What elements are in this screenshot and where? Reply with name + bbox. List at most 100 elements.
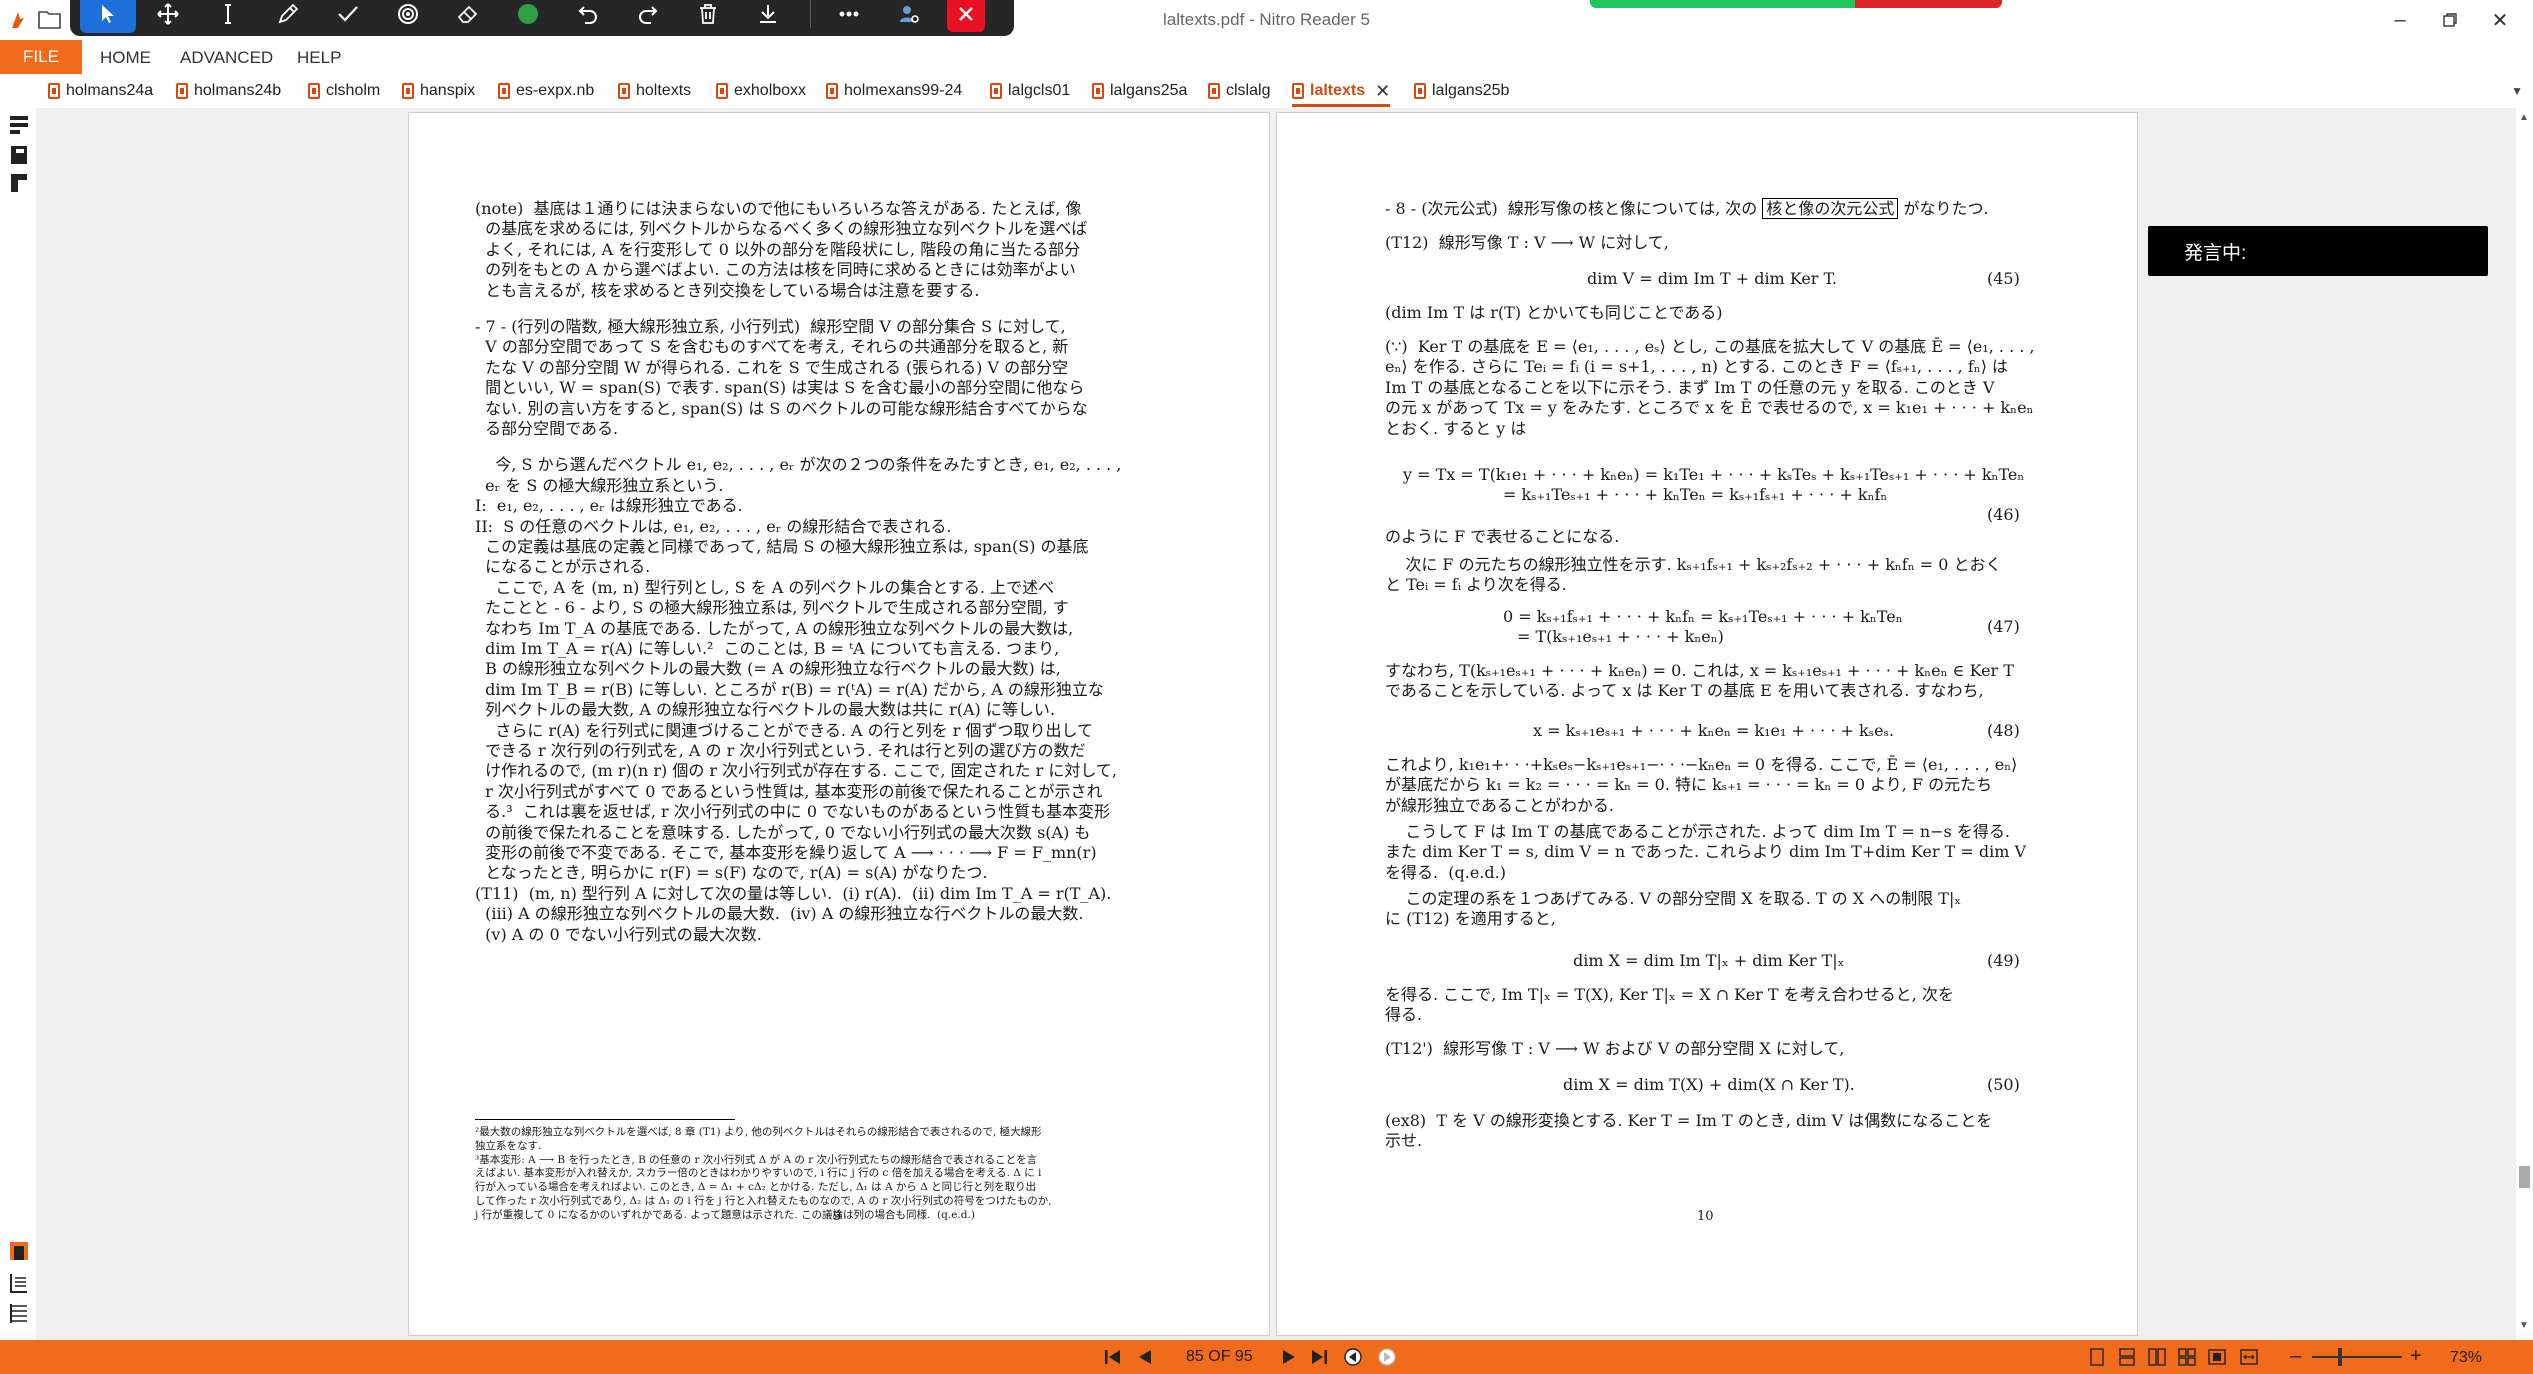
forward-view-button[interactable] <box>1376 1347 1398 1367</box>
tab-label: laltexts <box>1310 82 1366 99</box>
close-toolbar-button[interactable] <box>947 0 985 32</box>
list-panel-icon[interactable] <box>8 1302 30 1324</box>
vertical-scrollbar[interactable]: ▲ ▼ <box>2516 108 2533 1340</box>
check-tool-button[interactable] <box>320 0 376 33</box>
eraser-tool-button[interactable] <box>440 0 496 33</box>
record-tool-button[interactable] <box>380 0 436 33</box>
delete-button[interactable] <box>680 0 736 33</box>
scroll-up-icon[interactable]: ▲ <box>2519 112 2529 123</box>
bookmarks-panel-icon[interactable] <box>8 144 30 166</box>
pan-tool-button[interactable] <box>140 0 196 33</box>
previous-page-button[interactable] <box>1134 1347 1156 1367</box>
tab-laltexts[interactable]: laltexts ✕ <box>1292 78 1391 107</box>
redo-button[interactable] <box>620 0 676 33</box>
tab-list-chevron-icon[interactable]: ▼ <box>2511 84 2523 98</box>
zoom-in-button[interactable]: + <box>2410 1345 2422 1368</box>
menu-advanced[interactable]: ADVANCED <box>180 48 273 68</box>
zoom-slider-thumb[interactable] <box>2338 1348 2342 1366</box>
tab-lalgans25a[interactable]: lalgans25a <box>1092 78 1187 104</box>
equation-45: dim V = dim Im T + dim Ker T. <box>1587 269 1837 288</box>
select-tool-button[interactable] <box>80 0 136 33</box>
text-line: すなわち, T(kₛ₊₁eₛ₊₁ + · · · + kₙeₙ) = 0. これ… <box>1385 661 2014 680</box>
layers-panel-icon[interactable] <box>8 1272 30 1294</box>
next-page-button[interactable] <box>1278 1347 1300 1367</box>
tab-holmans24a[interactable]: holmans24a <box>48 78 153 104</box>
tab-lalgcls01[interactable]: lalgcls01 <box>990 78 1070 104</box>
move-arrows-icon <box>157 3 179 25</box>
tab-close-icon[interactable]: ✕ <box>1375 81 1390 102</box>
menu-file[interactable]: FILE <box>0 40 82 74</box>
pages-panel-icon[interactable] <box>8 114 30 136</box>
more-options-button[interactable] <box>821 0 877 33</box>
page-indicator[interactable]: 85 OF 95 <box>1186 1348 1253 1366</box>
footnote-line: 独立系をなす. <box>475 1139 542 1152</box>
text-line: に (T12) を適用すると, <box>1385 909 1556 928</box>
zoom-slider-track[interactable] <box>2312 1356 2402 1358</box>
text-line: ここで, A を (m, n) 型行列とし, S を A の列ベクトルの集合とす… <box>475 577 1055 597</box>
text-line: 変形の前後で不変である. そこで, 基本変形を繰り返して A ⟶ · · · ⟶… <box>475 843 1097 862</box>
text-line: の基底を求めるには, 列ベクトルからなるべく多くの線形独立な列ベクトルを選べば <box>475 219 1088 239</box>
last-page-button[interactable] <box>1308 1347 1330 1367</box>
back-view-button[interactable] <box>1342 1347 1364 1367</box>
pdf-file-icon <box>1092 83 1104 99</box>
text-line: eₙ⟩ を作る. さらに Teᵢ = fᵢ (i = s+1, . . . , … <box>1385 357 2009 377</box>
attachments-panel-icon[interactable] <box>8 172 30 194</box>
close-window-button[interactable]: ✕ <box>2480 4 2520 36</box>
undo-button[interactable] <box>560 0 616 33</box>
fit-page-icon[interactable] <box>2208 1348 2226 1366</box>
zoom-out-button[interactable]: – <box>2290 1345 2301 1368</box>
menu-help[interactable]: HELP <box>297 48 341 68</box>
tab-label: exholboxx <box>734 82 807 99</box>
fit-width-icon[interactable] <box>2240 1348 2258 1366</box>
text-line: r 次小行列式がすべて 0 であるという性質は, 基本変形の前後で保たれることが… <box>475 781 1103 801</box>
text-line: の元 x があって Tx = y をみたす. ところで x を Ē で表せるので… <box>1385 398 2034 418</box>
text-line: この定義は基底の定義と同様であって, 結局 S の極大線形独立系は, span(… <box>475 537 1089 556</box>
footnote-rule <box>475 1119 735 1120</box>
tab-holmexans99-24[interactable]: holmexans99-24 <box>826 78 962 104</box>
scrollbar-thumb[interactable] <box>2519 1166 2530 1188</box>
document-view[interactable]: (note) 基底は１通りには決まらないので他にもいろいろな答えがある. たとえ… <box>36 108 2516 1340</box>
tab-hanspix[interactable]: hanspix <box>402 78 475 104</box>
menu-home[interactable]: HOME <box>100 48 151 68</box>
facing-continuous-view-icon[interactable] <box>2178 1348 2196 1366</box>
tab-label: holmexans99-24 <box>844 82 963 99</box>
text-line: のように F で表せることになる. <box>1385 527 1620 546</box>
tab-lalgans25b[interactable]: lalgans25b <box>1414 78 1509 104</box>
tab-clsholm[interactable]: clsholm <box>308 78 380 104</box>
continuous-view-icon[interactable] <box>2118 1348 2136 1366</box>
first-page-button[interactable] <box>1102 1347 1124 1367</box>
pdf-file-icon <box>990 83 1002 99</box>
tab-clslalg[interactable]: clslalg <box>1208 78 1270 104</box>
color-picker-button[interactable] <box>500 0 556 33</box>
text-line: とも言えるが, 核を求めるとき列交換をしている場合は注意を要する. <box>475 280 980 300</box>
pdf-file-icon <box>176 83 188 99</box>
pdf-file-icon <box>308 83 320 99</box>
maximize-button[interactable] <box>2430 4 2470 36</box>
tab-exholboxx[interactable]: exholboxx <box>716 78 806 104</box>
tab-holtexts[interactable]: holtexts <box>618 78 691 104</box>
text-line: と Teᵢ = fᵢ より次を得る. <box>1385 575 1567 595</box>
text-line: eᵣ を S の極大線形独立系という. <box>475 475 724 495</box>
text-line: Im T の基底となることを以下に示そう. まず Im T の任意の元 y を取… <box>1385 377 1995 397</box>
text-tool-button[interactable] <box>200 0 256 33</box>
open-folder-icon[interactable] <box>38 8 62 30</box>
text-line: - 7 - (行列の階数, 極大線形独立系, 小行列式) 線形空間 V の部分集… <box>475 317 1066 336</box>
equation-46-line2: = kₛ₊₁Teₛ₊₁ + · · · + kₙTeₙ = kₛ₊₁fₛ₊₁ +… <box>1503 485 1888 504</box>
minimize-button[interactable]: – <box>2380 4 2420 36</box>
single-page-view-icon[interactable] <box>2088 1348 2106 1366</box>
text-line: (iii) A の線形独立な列ベクトルの最大数. (iv) A の線形独立な行ベ… <box>475 904 1084 924</box>
user-settings-button[interactable] <box>881 0 937 33</box>
tab-label: clsholm <box>326 82 381 99</box>
comments-panel-icon[interactable] <box>8 1240 30 1262</box>
tab-es-expx[interactable]: es-expx.nb <box>498 78 594 104</box>
facing-view-icon[interactable] <box>2148 1348 2166 1366</box>
scroll-down-icon[interactable]: ▼ <box>2519 1320 2529 1331</box>
zoom-level[interactable]: 73% <box>2450 1349 2482 1367</box>
text-line: 得る. <box>1385 1005 1423 1025</box>
pdf-file-icon <box>402 83 414 99</box>
footnote-line: して作った r 次小行列式であり, Δ₂ は Δ₁ の i 行を j 行と入れ替… <box>475 1195 1052 1207</box>
pen-tool-button[interactable] <box>260 0 316 33</box>
tab-label: holmans24b <box>194 82 282 99</box>
download-button[interactable] <box>740 0 796 33</box>
tab-holmans24b[interactable]: holmans24b <box>176 78 281 104</box>
